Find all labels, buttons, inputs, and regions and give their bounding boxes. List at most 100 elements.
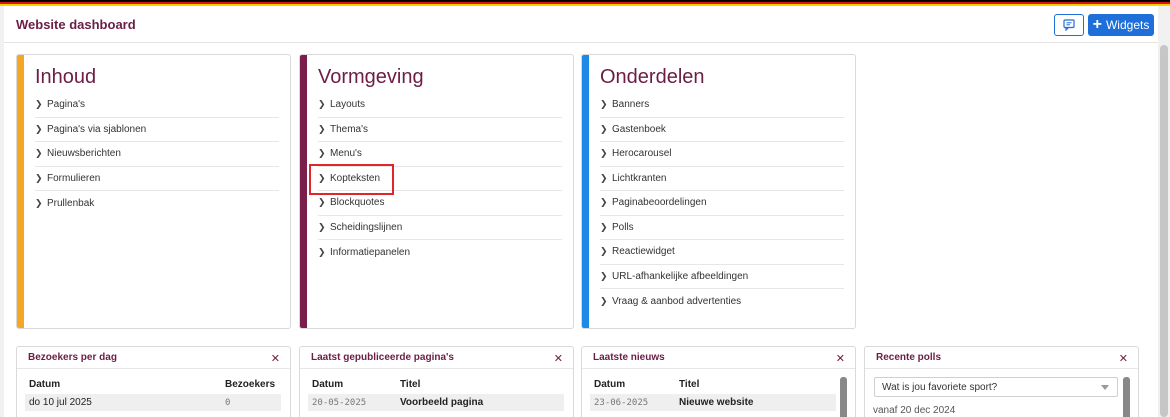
chevron-right-icon: ❯ — [600, 123, 608, 134]
top-bar: Website dashboard + Widgets — [4, 6, 1158, 43]
table-row[interactable]: 20-05-2025 Voorbeeld pagina — [308, 394, 564, 411]
chevron-right-icon: ❯ — [318, 123, 326, 134]
plus-icon: + — [1092, 16, 1102, 33]
menu-item-paginabeoordelingen[interactable]: ❯ Paginabeoordelingen — [600, 191, 844, 216]
menu-item-gastenboek[interactable]: ❯ Gastenboek — [600, 118, 844, 142]
card-accent — [17, 55, 24, 328]
menu-item-lichtkranten[interactable]: ❯ Lichtkranten — [600, 167, 844, 191]
column-header: Bezoekers — [225, 379, 276, 390]
chevron-right-icon: ❯ — [318, 246, 326, 257]
widget-scrollbar[interactable] — [1123, 377, 1130, 417]
widget-title: Recente polls — [876, 352, 942, 363]
cell-date: do 10 jul 2025 — [25, 394, 221, 411]
card-onderdelen: Onderdelen ❯ Banners ❯ Gastenboek ❯ Herocar… — [581, 54, 856, 329]
chevron-right-icon: ❯ — [35, 123, 43, 134]
widget-header: Recente polls ✕ — [865, 347, 1138, 369]
card-menu: ❯ Layouts ❯ Thema's ❯ Menu's ❯ Kopteksten ❯ B… — [318, 93, 562, 265]
widget-latest-news: Laatste nieuws ✕ Datum Titel 23-06-2025 … — [581, 346, 856, 417]
close-icon[interactable]: ✕ — [554, 352, 563, 365]
chevron-right-icon: ❯ — [35, 197, 43, 208]
widget-title: Laatst gepubliceerde pagina's — [311, 352, 454, 363]
column-header: Titel — [679, 379, 700, 390]
chevron-right-icon: ❯ — [600, 221, 608, 232]
widget-recent-polls: Recente polls ✕ Wat is jou favoriete spo… — [864, 346, 1139, 417]
menu-item-banners[interactable]: ❯ Banners — [600, 93, 844, 118]
published-table: Datum Titel 20-05-2025 Voorbeeld pagina — [308, 375, 564, 411]
cell-visitors: 0 — [221, 394, 281, 411]
chevron-right-icon: ❯ — [600, 295, 608, 306]
menu-item-layouts[interactable]: ❯ Layouts — [318, 93, 562, 118]
menu-item-vraag-aanbod-advertenties[interactable]: ❯ Vraag & aanbod advertenties — [600, 289, 844, 314]
chevron-right-icon: ❯ — [35, 99, 43, 110]
visitors-table: Datum Bezoekers do 10 jul 2025 0 — [25, 375, 281, 411]
widget-title: Laatste nieuws — [593, 352, 665, 363]
widget-scrollbar[interactable] — [840, 377, 847, 417]
chevron-down-icon — [1101, 385, 1109, 390]
chevron-right-icon: ❯ — [600, 148, 608, 159]
widget-header: Bezoekers per dag ✕ — [17, 347, 290, 369]
table-row: do 10 jul 2025 0 — [25, 394, 281, 411]
chevron-right-icon: ❯ — [600, 270, 608, 281]
menu-item-paginas[interactable]: ❯ Pagina's — [35, 93, 279, 118]
card-vormgeving: Vormgeving ❯ Layouts ❯ Thema's ❯ Menu's ❯ Ko… — [299, 54, 574, 329]
menu-item-reactiewidget[interactable]: ❯ Reactiewidget — [600, 240, 844, 265]
close-icon[interactable]: ✕ — [1119, 352, 1128, 365]
add-widgets-button[interactable]: + Widgets — [1088, 14, 1154, 36]
cell-date: 20-05-2025 — [308, 394, 396, 411]
widget-header: Laatst gepubliceerde pagina's ✕ — [300, 347, 573, 369]
table-row[interactable]: 23-06-2025 Nieuwe website — [590, 394, 836, 411]
page-scrollbar[interactable] — [1158, 43, 1170, 417]
feedback-button[interactable] — [1054, 14, 1084, 36]
chevron-right-icon: ❯ — [35, 172, 43, 183]
cell-title: Voorbeeld pagina — [396, 394, 564, 411]
menu-item-paginas-via-sjablonen[interactable]: ❯ Pagina's via sjablonen — [35, 118, 279, 142]
chevron-right-icon: ❯ — [318, 99, 326, 110]
chevron-right-icon: ❯ — [318, 148, 326, 159]
close-icon[interactable]: ✕ — [271, 352, 280, 365]
menu-item-themas[interactable]: ❯ Thema's — [318, 118, 562, 142]
card-accent — [300, 55, 307, 328]
poll-select[interactable]: Wat is jou favoriete sport? — [874, 377, 1118, 397]
page-title: Website dashboard — [16, 17, 136, 32]
column-header: Datum — [29, 379, 61, 390]
menu-item-menus[interactable]: ❯ Menu's — [318, 142, 562, 167]
menu-item-scheidingslijnen[interactable]: ❯ Scheidingslijnen — [318, 216, 562, 240]
chevron-right-icon: ❯ — [35, 148, 43, 159]
widget-visitors-per-day: Bezoekers per dag ✕ Datum Bezoekers do 1… — [16, 346, 291, 417]
widget-scroll-thumb[interactable] — [1123, 377, 1130, 417]
chevron-right-icon: ❯ — [318, 197, 326, 208]
card-accent — [582, 55, 589, 328]
chevron-right-icon: ❯ — [600, 99, 608, 110]
menu-item-informatiepanelen[interactable]: ❯ Informatiepanelen — [318, 240, 562, 265]
chevron-right-icon: ❯ — [600, 246, 608, 257]
menu-item-prullenbak[interactable]: ❯ Prullenbak — [35, 191, 279, 216]
poll-since: vanaf 20 dec 2024 — [873, 405, 956, 416]
menu-item-kopteksten[interactable]: ❯ Kopteksten — [318, 167, 562, 191]
comment-icon — [1063, 19, 1075, 31]
news-table: Datum Titel 23-06-2025 Nieuwe website — [590, 375, 836, 411]
chevron-right-icon: ❯ — [600, 197, 608, 208]
menu-item-herocarousel[interactable]: ❯ Herocarousel — [600, 142, 844, 167]
column-header: Titel — [400, 379, 421, 390]
menu-item-blockquotes[interactable]: ❯ Blockquotes — [318, 191, 562, 216]
cell-date: 23-06-2025 — [590, 394, 675, 411]
card-menu: ❯ Pagina's ❯ Pagina's via sjablonen ❯ Nieuw… — [35, 93, 279, 216]
column-header: Datum — [594, 379, 626, 390]
menu-item-url-afhankelijke-afbeeldingen[interactable]: ❯ URL-afhankelijke afbeeldingen — [600, 265, 844, 289]
card-menu: ❯ Banners ❯ Gastenboek ❯ Herocarousel ❯ Lich… — [600, 93, 844, 314]
widget-header: Laatste nieuws ✕ — [582, 347, 855, 369]
widget-title: Bezoekers per dag — [28, 352, 117, 363]
menu-item-polls[interactable]: ❯ Polls — [600, 216, 844, 240]
chevron-right-icon: ❯ — [318, 221, 326, 232]
card-title: Inhoud — [35, 66, 97, 88]
dashboard-content: Inhoud ❯ Pagina's ❯ Pagina's via sjablonen… — [4, 43, 1158, 417]
menu-item-formulieren[interactable]: ❯ Formulieren — [35, 167, 279, 191]
close-icon[interactable]: ✕ — [836, 352, 845, 365]
column-header: Datum — [312, 379, 344, 390]
page-scroll-thumb[interactable] — [1160, 45, 1168, 417]
widget-scroll-thumb[interactable] — [840, 377, 847, 417]
menu-item-nieuwsberichten[interactable]: ❯ Nieuwsberichten — [35, 142, 279, 167]
chevron-right-icon: ❯ — [600, 172, 608, 183]
card-inhoud: Inhoud ❯ Pagina's ❯ Pagina's via sjablonen… — [16, 54, 291, 329]
card-title: Vormgeving — [318, 66, 424, 88]
